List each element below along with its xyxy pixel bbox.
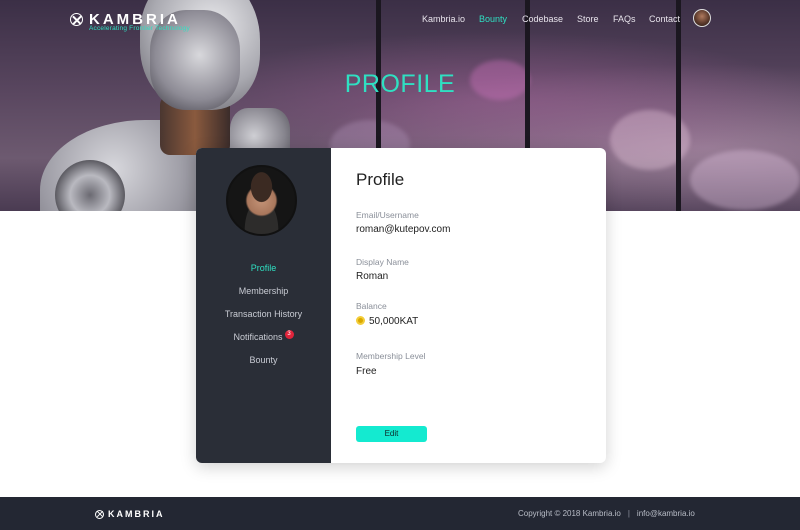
balance-value: 50,000KAT: [369, 316, 419, 327]
sidebar-item-label: Bounty: [249, 355, 278, 365]
nav-link-bounty[interactable]: Bounty: [479, 14, 507, 24]
nav-link-contact[interactable]: Contact: [649, 14, 680, 24]
user-avatar[interactable]: [693, 9, 711, 27]
sidebar-item-profile[interactable]: Profile: [196, 261, 331, 284]
profile-sidebar: Profile Membership Transaction History N…: [196, 148, 331, 463]
window-frame: [676, 0, 681, 211]
footer-brand-name: KAMBRIA: [108, 509, 165, 519]
display-name-value: Roman: [356, 271, 389, 282]
sidebar-item-label: Membership: [238, 286, 289, 296]
sidebar-item-label: Notifications: [233, 332, 283, 342]
footer-separator: |: [627, 509, 630, 518]
coin-icon: [356, 315, 365, 325]
nav-link-codebase[interactable]: Codebase: [522, 14, 563, 24]
nav-link-store[interactable]: Store: [577, 14, 599, 24]
contact-email-link[interactable]: info@kambria.io: [637, 509, 695, 518]
profile-details: Profile Email/Username roman@kutepov.com…: [356, 148, 596, 463]
sidebar-item-bounty[interactable]: Bounty: [196, 353, 331, 376]
display-name-label: Display Name: [356, 257, 409, 267]
copyright-text: Copyright © 2018 Kambria.io: [518, 509, 621, 518]
kambria-logo-icon: [95, 509, 104, 519]
footer-logo[interactable]: KAMBRIA: [95, 509, 165, 519]
membership-level-value: Free: [356, 366, 377, 377]
footer-info: Copyright © 2018 Kambria.io | info@kambria…: [518, 509, 695, 518]
balance-row: 50,000KAT: [356, 315, 419, 327]
footer: KAMBRIA Copyright © 2018 Kambria.io | info…: [0, 497, 800, 530]
membership-level-label: Membership Level: [356, 351, 426, 361]
email-value: roman@kutepov.com: [356, 224, 451, 235]
profile-menu: Profile Membership Transaction History N…: [196, 261, 331, 376]
sidebar-item-notifications[interactable]: Notifications 3: [196, 330, 331, 353]
profile-heading: Profile: [356, 170, 405, 189]
nav-link-faqs[interactable]: FAQs: [613, 14, 636, 24]
sidebar-item-membership[interactable]: Membership: [196, 284, 331, 307]
sidebar-item-label: Profile: [250, 263, 277, 273]
edit-button[interactable]: Edit: [356, 426, 427, 442]
balance-label: Balance: [356, 301, 387, 311]
nav-link-kambria-io[interactable]: Kambria.io: [422, 14, 465, 24]
profile-avatar: [226, 165, 297, 236]
page-title: PROFILE: [344, 70, 456, 98]
profile-card: Profile Membership Transaction History N…: [196, 148, 606, 463]
sidebar-item-label: Transaction History: [224, 309, 303, 319]
top-nav: Kambria.io Bounty Codebase Store FAQs Co…: [0, 14, 800, 28]
sidebar-item-transaction-history[interactable]: Transaction History: [196, 307, 331, 330]
notification-count-badge: 3: [284, 330, 294, 339]
hero-bokeh-light: [690, 150, 800, 210]
email-label: Email/Username: [356, 210, 419, 220]
